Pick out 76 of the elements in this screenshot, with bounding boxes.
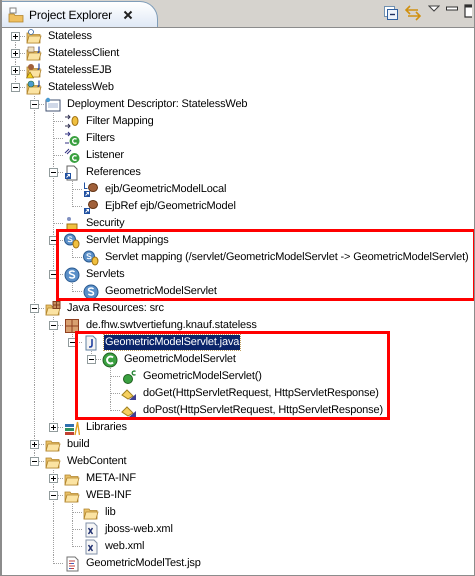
tree-item[interactable]: Servlets	[85, 267, 126, 282]
expand-toggle[interactable]	[30, 304, 39, 313]
java-file-icon	[83, 334, 99, 350]
tree-item[interactable]: Servlet mapping (/servlet/GeometricModelServlet -> GeometricModelServlet)	[104, 250, 470, 265]
class-icon	[64, 148, 80, 164]
mapping-icon	[64, 114, 80, 130]
expand-toggle[interactable]	[49, 474, 58, 483]
expand-toggle[interactable]	[11, 83, 20, 92]
expand-toggle[interactable]	[30, 440, 39, 449]
tree-item[interactable]: ejb/GeometricModelLocal	[104, 182, 228, 197]
expand-toggle[interactable]	[11, 49, 20, 58]
tree-item[interactable]: lib	[104, 505, 117, 520]
tree-item[interactable]: GeometricModelServlet.java	[104, 335, 240, 350]
tree-item[interactable]: GeometricModelServlet	[123, 352, 237, 367]
xml-file-icon	[83, 538, 99, 554]
package-folder-icon	[45, 300, 61, 316]
tree-item[interactable]: Libraries	[85, 420, 128, 435]
class-icon	[102, 352, 118, 368]
constructor-icon	[121, 368, 137, 384]
maximize-icon[interactable]	[464, 4, 472, 18]
books-icon	[64, 420, 80, 436]
tree-item[interactable]: GeometricModelTest.jsp	[85, 556, 202, 571]
project-folder-icon	[26, 46, 42, 62]
view-tab[interactable]: Project Explorer	[2, 1, 158, 27]
bean-icon	[83, 198, 99, 214]
expand-toggle[interactable]	[49, 321, 58, 330]
expand-toggle[interactable]	[49, 168, 58, 177]
class-icon	[64, 130, 80, 146]
tree-item[interactable]: META-INF	[85, 471, 137, 486]
tree-item[interactable]: web.xml	[104, 539, 146, 554]
expand-toggle[interactable]	[30, 100, 39, 109]
tree-item[interactable]: Security	[85, 216, 126, 231]
tree-item[interactable]: GeometricModelServlet	[104, 284, 218, 299]
tree-item[interactable]: Filters	[85, 131, 116, 146]
expand-toggle[interactable]	[11, 66, 20, 75]
tree-item[interactable]: Deployment Descriptor: StatelessWeb	[66, 97, 248, 112]
tree-item[interactable]: Stateless	[47, 29, 93, 44]
bean-icon	[83, 182, 99, 198]
project-folder-icon	[26, 28, 42, 44]
tree-item[interactable]: WEB-INF	[85, 488, 132, 503]
tree-item[interactable]: WebContent	[66, 454, 128, 469]
project-folder-icon	[26, 80, 42, 96]
tree-item[interactable]: Filter Mapping	[85, 114, 155, 129]
servlet-icon	[83, 284, 99, 300]
explorer-icon	[8, 6, 24, 22]
expand-toggle[interactable]	[49, 423, 58, 432]
tree-item[interactable]: EjbRef ejb/GeometricModel	[104, 199, 237, 214]
expand-toggle[interactable]	[49, 491, 58, 500]
document-icon	[64, 164, 80, 180]
descriptor-icon	[45, 96, 61, 112]
jsp-file-icon	[64, 556, 80, 572]
project-folder-icon	[26, 62, 42, 78]
tree-item[interactable]: StatelessWeb	[47, 80, 115, 95]
tree-item[interactable]: build	[66, 437, 90, 452]
servlet-mapping-icon	[64, 232, 80, 248]
tree-item[interactable]: de.fhw.swtvertiefung.knauf.stateless	[85, 318, 258, 333]
servlet-icon	[64, 266, 80, 282]
tree-item[interactable]: StatelessClient	[47, 46, 120, 61]
tree-item[interactable]: Java Resources: src	[66, 301, 165, 316]
expand-toggle[interactable]	[87, 355, 96, 364]
tree-item[interactable]: Servlet Mappings	[85, 233, 170, 248]
view-title: Project Explorer	[29, 6, 112, 24]
tree-item[interactable]: Listener	[85, 148, 125, 163]
collapse-all-icon[interactable]	[384, 6, 398, 20]
xml-file-icon	[83, 522, 99, 538]
tree-item[interactable]: jboss-web.xml	[104, 522, 174, 537]
expand-toggle[interactable]	[30, 457, 39, 466]
package-icon	[64, 318, 80, 334]
tree-item[interactable]: doPost(HttpServletRequest, HttpServletResponse)	[142, 403, 384, 418]
tree-item[interactable]: References	[85, 165, 142, 180]
close-icon[interactable]	[122, 10, 133, 20]
tree-item[interactable]: GeometricModelServlet()	[142, 369, 263, 384]
tree-item[interactable]: StatelessEJB	[47, 63, 113, 78]
expand-toggle[interactable]	[11, 32, 20, 41]
servlet-mapping-icon	[83, 250, 99, 266]
tree-item[interactable]: doGet(HttpServletRequest, HttpServletResponse)	[142, 386, 380, 401]
